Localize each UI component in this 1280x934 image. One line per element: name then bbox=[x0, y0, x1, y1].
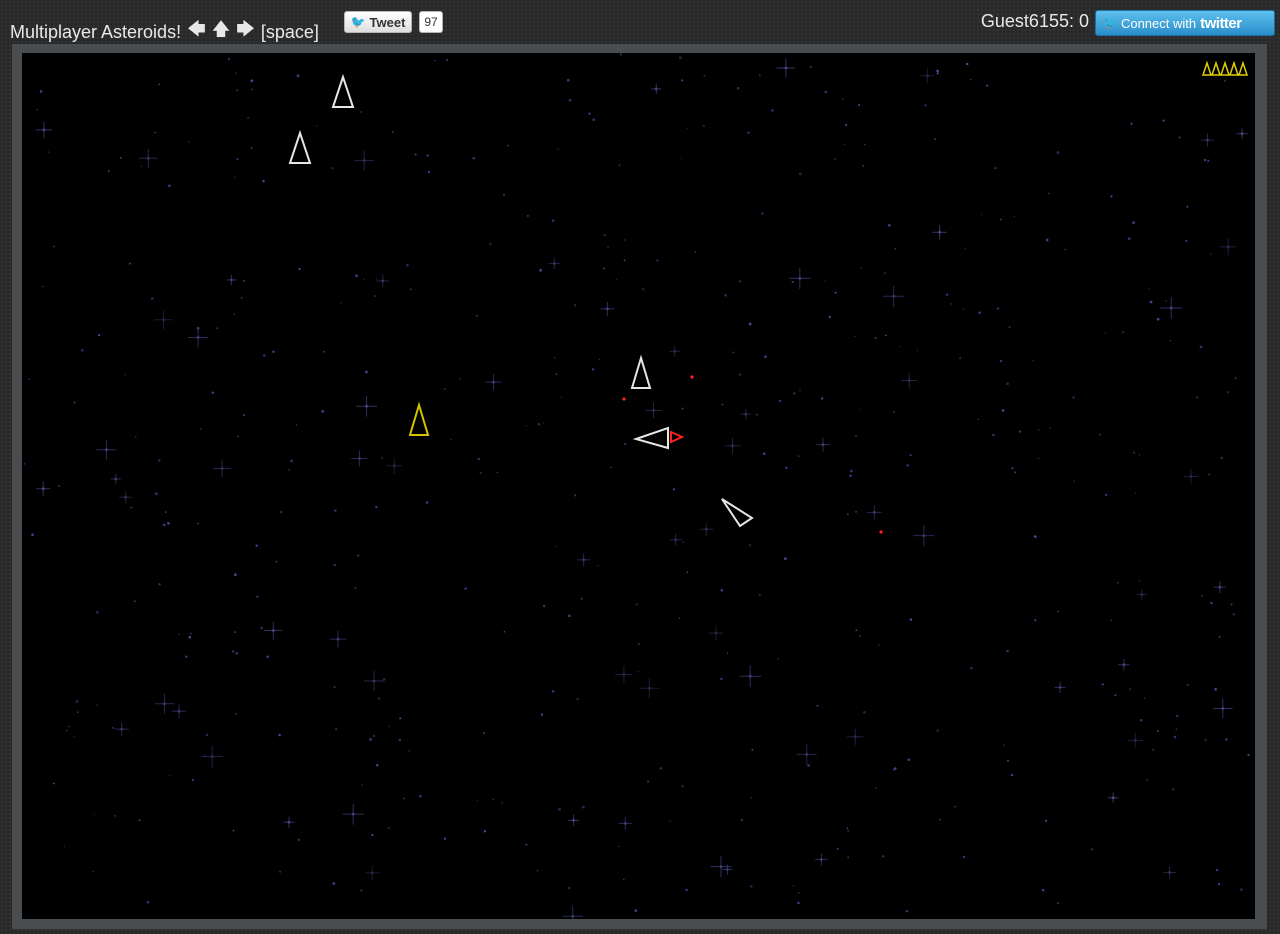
opponent-ship bbox=[721, 498, 754, 528]
user-score: Guest6155: 0 bbox=[980, 11, 1089, 31]
life-icon bbox=[1201, 60, 1213, 76]
opponent-ship bbox=[630, 354, 652, 389]
life-icon bbox=[1237, 60, 1249, 76]
game-canvas[interactable] bbox=[22, 53, 1255, 919]
twitter-bird-icon: 🐦 bbox=[350, 15, 366, 29]
bullet bbox=[879, 530, 883, 534]
player-ship bbox=[408, 401, 430, 436]
opponent-ship bbox=[288, 129, 312, 164]
connect-label: Connect with bbox=[1120, 15, 1197, 31]
connect-with-twitter-button[interactable]: 🐦 Connect with twitter bbox=[1095, 10, 1275, 36]
game-title: Multiplayer Asteroids! bbox=[10, 21, 182, 42]
right-arrow-icon: 🡆 bbox=[236, 19, 255, 39]
bullet bbox=[690, 375, 694, 379]
life-icon bbox=[1219, 60, 1231, 76]
lives-indicator bbox=[1201, 60, 1249, 76]
up-arrow-icon: 🡅 bbox=[211, 19, 231, 39]
thruster-flame bbox=[670, 430, 685, 444]
tweet-count-badge: 97 bbox=[419, 11, 443, 33]
tweet-button[interactable]: 🐦 Tweet bbox=[344, 11, 412, 33]
space-key-hint: [space] bbox=[260, 21, 319, 42]
twitter-bird-icon: 🐦 bbox=[1102, 16, 1117, 30]
bullet bbox=[622, 397, 626, 401]
opponent-ship bbox=[632, 426, 669, 450]
page-title: Multiplayer Asteroids! 🡄 🡅 🡆 [space] bbox=[10, 17, 319, 47]
life-icon bbox=[1228, 60, 1240, 76]
tweet-button-label: Tweet bbox=[369, 14, 406, 30]
play-field bbox=[288, 60, 1249, 534]
left-arrow-icon: 🡄 bbox=[187, 19, 206, 39]
top-bar: Multiplayer Asteroids! 🡄 🡅 🡆 [space] 🐦 T… bbox=[0, 0, 1280, 44]
life-icon bbox=[1210, 60, 1222, 76]
game-frame bbox=[12, 44, 1267, 929]
twitter-brand-label: twitter bbox=[1200, 14, 1242, 32]
opponent-ship bbox=[331, 73, 355, 108]
